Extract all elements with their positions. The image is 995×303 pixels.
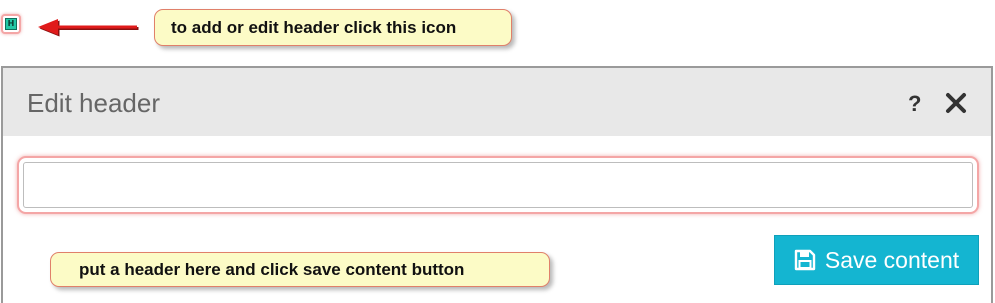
top-arrow (38, 19, 139, 37)
screenshot-stage: H to add or edit header click this icon … (0, 0, 995, 303)
header-input[interactable] (23, 162, 973, 208)
header-h-letter: H (5, 18, 17, 30)
help-icon[interactable]: ? (908, 90, 921, 118)
icon-callout: to add or edit header click this icon (154, 9, 512, 46)
save-content-button[interactable]: Save content (774, 235, 979, 285)
header-input-highlight (17, 156, 979, 214)
input-callout: put a header here and click save content… (50, 252, 550, 287)
save-content-label: Save content (824, 246, 960, 273)
close-icon[interactable] (945, 92, 967, 114)
floppy-disk-icon (794, 249, 816, 271)
modal-header: Edit header ? (3, 68, 991, 136)
modal-title: Edit header (27, 88, 160, 118)
header-h-icon[interactable]: H (1, 14, 21, 34)
